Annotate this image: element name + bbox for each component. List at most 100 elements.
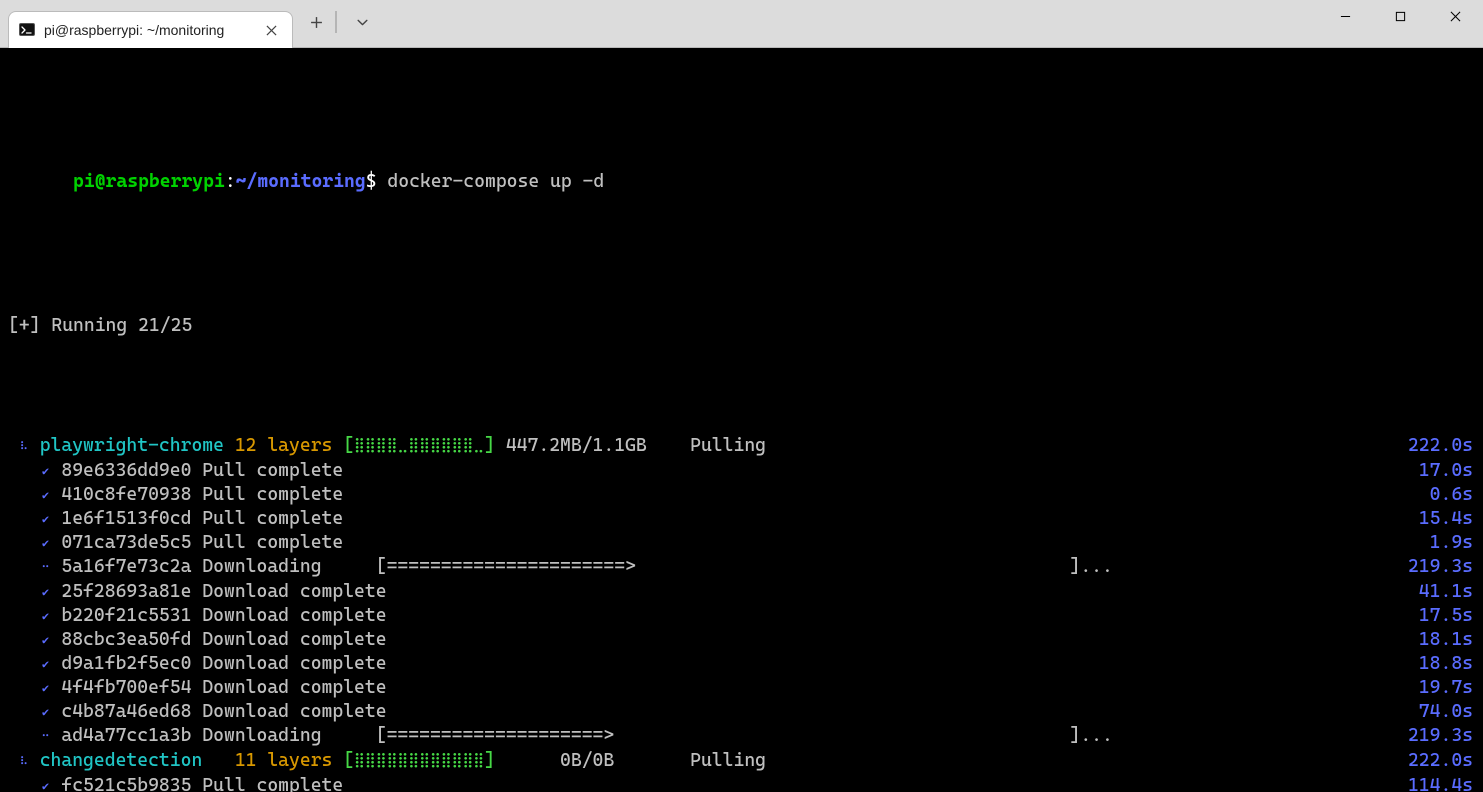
progress-spinner-icon: ⠒	[41, 556, 51, 580]
layer-time: 219.3s	[1408, 555, 1473, 580]
layer-row: ⠒ ad4a77cc1a3b Downloading [============…	[8, 724, 1473, 749]
layer-row: ✔ fc521c5b9835 Pull complete 114.4s	[8, 774, 1473, 792]
service-name: playwright-chrome	[40, 435, 224, 456]
layer-status: Pull complete	[202, 460, 343, 481]
layer-row: ✔ d9a1fb2f5ec0 Download complete 18.8s	[8, 652, 1473, 676]
layer-time: 1.9s	[1430, 531, 1473, 555]
check-icon: ✔	[41, 531, 51, 555]
layer-row: ✔ 1e6f1513f0cd Pull complete 15.4s	[8, 507, 1473, 531]
layer-id: 1e6f1513f0cd	[61, 508, 191, 529]
service-header: ⠧ playwright-chrome 12 layers [⣿⣿⣿⣿⣀⣿⣿⣿⣿…	[8, 434, 1473, 459]
layer-row: ✔ c4b87a46ed68 Download complete 74.0s	[8, 700, 1473, 724]
layer-status: Download complete	[202, 653, 386, 674]
progress-spinner-icon: ⠧	[19, 750, 29, 774]
layer-status: Pull complete	[202, 508, 343, 529]
minimize-button[interactable]	[1318, 0, 1373, 32]
running-header: [+] Running 21/25	[8, 314, 1473, 338]
layer-status: Downloading	[202, 725, 321, 746]
layer-row: ✔ b220f21c5531 Download complete 17.5s	[8, 604, 1473, 628]
layer-row: ⠒ 5a16f7e73c2a Downloading [============…	[8, 555, 1473, 580]
service-size: 0B/0B	[506, 750, 658, 771]
layer-id: ad4a77cc1a3b	[61, 725, 191, 746]
layer-time: 17.5s	[1419, 604, 1473, 628]
layer-time: 74.0s	[1419, 700, 1473, 724]
layer-id: 5a16f7e73c2a	[61, 556, 191, 577]
service-header: ⠧ changedetection 11 layers [⣿⣿⣿⣿⣿⣿⣿⣿⣿⣿⣿…	[8, 749, 1473, 774]
service-time: 222.0s	[1408, 749, 1473, 774]
layer-id: 25f28693a81e	[61, 581, 191, 602]
layer-time: 41.1s	[1419, 580, 1473, 604]
service-time: 222.0s	[1408, 434, 1473, 459]
service-layers: 12 layers	[235, 435, 333, 456]
divider	[335, 11, 337, 33]
check-icon: ✔	[41, 652, 51, 676]
service-progress-bar: [⣿⣿⣿⣿⣿⣿⣿⣿⣿⣿⣿⣿]	[343, 750, 495, 771]
check-icon: ✔	[41, 459, 51, 483]
layer-time: 18.8s	[1419, 652, 1473, 676]
tab-active[interactable]: pi@raspberrypi: ~/monitoring	[8, 11, 293, 48]
layer-status: Pull complete	[202, 775, 343, 792]
new-tab-button[interactable]	[299, 6, 333, 38]
layer-time: 219.3s	[1408, 724, 1473, 749]
close-button[interactable]	[1428, 0, 1483, 32]
layer-row: ✔ 071ca73de5c5 Pull complete 1.9s	[8, 531, 1473, 555]
layer-id: 410c8fe70938	[61, 484, 191, 505]
layer-progress: [======================> ]...	[322, 556, 1113, 577]
layer-id: fc521c5b9835	[61, 775, 191, 792]
tab-title: pi@raspberrypi: ~/monitoring	[44, 22, 253, 38]
layer-status: Pull complete	[202, 532, 343, 553]
check-icon: ✔	[41, 628, 51, 652]
layer-time: 0.6s	[1430, 483, 1473, 507]
layer-status: Download complete	[202, 629, 386, 650]
services-container: ⠧ playwright-chrome 12 layers [⣿⣿⣿⣿⣀⣿⣿⣿⣿…	[8, 434, 1473, 792]
layer-status: Download complete	[202, 581, 386, 602]
service-status: Pulling	[658, 435, 766, 456]
prompt-line: pi@raspberrypi:~/monitoring$ docker-comp…	[8, 146, 1473, 218]
layer-id: c4b87a46ed68	[61, 701, 191, 722]
check-icon: ✔	[41, 580, 51, 604]
layer-row: ✔ 88cbc3ea50fd Download complete18.1s	[8, 628, 1473, 652]
dropdown-button[interactable]	[345, 6, 379, 38]
prompt-userhost: pi@raspberrypi	[73, 171, 225, 192]
layer-status: Download complete	[202, 605, 386, 626]
service-name: changedetection	[40, 750, 224, 771]
maximize-button[interactable]	[1373, 0, 1428, 32]
titlebar: pi@raspberrypi: ~/monitoring	[0, 0, 1483, 48]
layer-id: 89e6336dd9e0	[61, 460, 191, 481]
check-icon: ✔	[41, 507, 51, 531]
window-controls	[1318, 0, 1483, 32]
layer-status: Downloading	[202, 556, 321, 577]
prompt-cwd: ~/monitoring	[236, 171, 366, 192]
check-icon: ✔	[41, 700, 51, 724]
progress-spinner-icon: ⠒	[41, 725, 51, 749]
prompt-command: docker-compose up -d	[387, 171, 604, 192]
layer-time: 17.0s	[1419, 459, 1473, 483]
layer-row: ✔ 4f4fb700ef54 Download complete19.7s	[8, 676, 1473, 700]
layer-id: d9a1fb2f5ec0	[61, 653, 191, 674]
service-layers: 11 layers	[235, 750, 333, 771]
layer-status: Pull complete	[202, 484, 343, 505]
layer-time: 114.4s	[1408, 774, 1473, 792]
prompt-colon: :	[225, 171, 236, 192]
layer-time: 15.4s	[1419, 507, 1473, 531]
service-status: Pulling	[658, 750, 766, 771]
check-icon: ✔	[41, 676, 51, 700]
service-progress-bar: [⣿⣿⣿⣿⣀⣿⣿⣿⣿⣿⣿⣀]	[343, 435, 495, 456]
layer-row: ✔ 25f28693a81e Download complete 41.1s	[8, 580, 1473, 604]
layer-id: b220f21c5531	[61, 605, 191, 626]
terminal-icon	[19, 22, 35, 38]
layer-status: Download complete	[202, 701, 386, 722]
layer-time: 19.7s	[1419, 676, 1473, 700]
layer-time: 18.1s	[1419, 628, 1473, 652]
check-icon: ✔	[41, 774, 51, 792]
layer-id: 071ca73de5c5	[61, 532, 191, 553]
check-icon: ✔	[41, 483, 51, 507]
layer-row: ✔ 410c8fe70938 Pull complete 0.6s	[8, 483, 1473, 507]
terminal-area[interactable]: pi@raspberrypi:~/monitoring$ docker-comp…	[0, 48, 1483, 792]
prompt-sigil: $	[366, 171, 377, 192]
progress-spinner-icon: ⠧	[19, 435, 29, 459]
check-icon: ✔	[41, 604, 51, 628]
tab-close-button[interactable]	[262, 21, 280, 39]
service-size: 447.2MB/1.1GB	[506, 435, 658, 456]
layer-progress: [====================> ]...	[322, 725, 1113, 746]
